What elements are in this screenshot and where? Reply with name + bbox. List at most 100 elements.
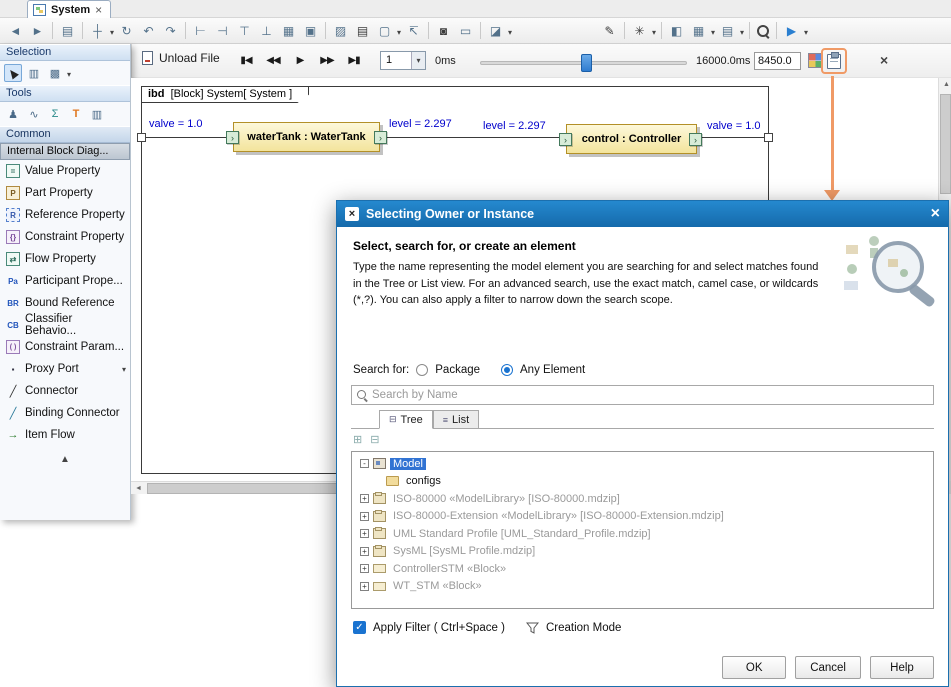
simulation-close-icon[interactable] — [880, 52, 888, 68]
fast-backward-icon[interactable] — [263, 50, 283, 70]
refresh-icon[interactable] — [117, 21, 136, 40]
expander-icon[interactable] — [360, 494, 369, 503]
skip-to-end-icon[interactable] — [344, 50, 364, 70]
dialog-close-icon[interactable] — [931, 207, 940, 221]
palette-item-part-property[interactable]: Part Property — [0, 182, 130, 204]
expand-all-icon[interactable] — [353, 433, 362, 446]
camera-icon[interactable] — [434, 21, 453, 40]
apply-filter-checkbox[interactable] — [353, 621, 366, 634]
help-button[interactable]: Help — [870, 656, 934, 679]
align-bottom-icon[interactable] — [257, 21, 276, 40]
palette-item-bound-reference[interactable]: Bound Reference — [0, 292, 130, 314]
scroll-up-icon[interactable] — [943, 81, 950, 88]
add-anchor-icon[interactable] — [404, 21, 423, 40]
expander-icon[interactable] — [360, 582, 369, 591]
paste-icon[interactable] — [353, 21, 372, 40]
expander-icon[interactable] — [360, 547, 369, 556]
palette-item-constraint-property[interactable]: Constraint Property — [0, 226, 130, 248]
redo-icon[interactable] — [161, 21, 180, 40]
palette-item-classifier-behavior[interactable]: Classifier Behavio... — [0, 314, 130, 336]
time-slider-thumb[interactable] — [581, 54, 592, 72]
palette-item-binding-connector[interactable]: Binding Connector — [0, 402, 130, 424]
play-icon[interactable] — [290, 50, 310, 70]
proxy-port-caret-icon[interactable] — [122, 363, 126, 375]
palette-item-flow-property[interactable]: Flow Property — [0, 248, 130, 270]
shape-grid-icon[interactable] — [46, 64, 64, 82]
filter-funnel-icon[interactable] — [526, 622, 539, 634]
search-input[interactable] — [372, 389, 929, 401]
spline-icon[interactable] — [25, 105, 43, 123]
align-right-icon[interactable] — [213, 21, 232, 40]
palette-item-value-property[interactable]: Value Property — [0, 160, 130, 182]
water-tank-right-port[interactable] — [374, 131, 387, 144]
tree-item-iso-80000-extension[interactable]: ISO-80000-Extension «ModelLibrary» [ISO-… — [352, 508, 933, 526]
selection-caret-icon[interactable] — [67, 64, 71, 82]
element-tree[interactable]: Model configs ISO-80000 «ModelLibrary» [… — [351, 451, 934, 609]
apply-filter-label[interactable]: Apply Filter ( Ctrl+Space ) — [373, 622, 505, 634]
search-box[interactable] — [351, 385, 934, 405]
related-elements-icon[interactable] — [58, 21, 77, 40]
window-layout-icon[interactable] — [667, 21, 686, 40]
search-icon[interactable] — [755, 23, 771, 39]
frame-boundary-port[interactable] — [764, 133, 773, 142]
radio-package[interactable] — [416, 364, 428, 376]
open-caret-icon[interactable] — [508, 22, 512, 40]
add-note-icon[interactable] — [375, 21, 394, 40]
drawer-internal-block-diagram[interactable]: Internal Block Diag... — [0, 143, 130, 160]
navigate-back-icon[interactable] — [6, 21, 25, 40]
palette-item-participant-property[interactable]: Participant Prope... — [0, 270, 130, 292]
open-in-new-icon[interactable] — [486, 21, 505, 40]
make-same-size-icon[interactable] — [301, 21, 320, 40]
stamp-icon[interactable] — [4, 105, 22, 123]
radio-any-element[interactable] — [501, 364, 513, 376]
radio-any-element-label[interactable]: Any Element — [520, 364, 585, 376]
columns-icon[interactable] — [88, 105, 106, 123]
tree-item-controllerstm[interactable]: ControllerSTM «Block» — [352, 560, 933, 578]
collapse-all-icon[interactable] — [370, 433, 379, 446]
add-image-icon[interactable] — [331, 21, 350, 40]
selection-cursor-icon[interactable] — [4, 64, 22, 82]
cancel-button[interactable]: Cancel — [795, 656, 861, 679]
palette-item-constraint-parameter[interactable]: Constraint Param... — [0, 336, 130, 358]
note-caret-icon[interactable] — [397, 22, 401, 40]
undo-icon[interactable] — [139, 21, 158, 40]
edit-document-icon[interactable] — [600, 21, 619, 40]
palette-item-reference-property[interactable]: Reference Property — [0, 204, 130, 226]
water-tank-left-port[interactable] — [226, 131, 239, 144]
export-clipboard-icon[interactable] — [827, 54, 841, 69]
table-options-icon[interactable] — [718, 21, 737, 40]
trigger-caret-icon[interactable] — [411, 52, 425, 69]
grid-options-icon[interactable] — [689, 21, 708, 40]
tab-system[interactable]: System — [27, 0, 111, 18]
navigate-forward-icon[interactable] — [28, 21, 47, 40]
dialog-titlebar[interactable]: Selecting Owner or Instance — [337, 201, 948, 227]
water-tank-part[interactable]: waterTank : WaterTank — [233, 122, 380, 152]
settings-gear-icon[interactable] — [630, 21, 649, 40]
skip-to-start-icon[interactable] — [236, 50, 256, 70]
expander-icon[interactable] — [360, 459, 369, 468]
palette-item-connector[interactable]: Connector — [0, 380, 130, 402]
radio-package-label[interactable]: Package — [435, 364, 480, 376]
expander-icon[interactable] — [360, 529, 369, 538]
connector-label-valve-right[interactable]: valve = 1.0 — [707, 120, 761, 132]
run-icon[interactable] — [782, 21, 801, 40]
swimlane-icon[interactable] — [25, 64, 43, 82]
connector-label-level-left[interactable]: level = 2.297 — [389, 118, 452, 130]
connector-label-valve-left[interactable]: valve = 1.0 — [149, 118, 203, 130]
palette-item-item-flow[interactable]: Item Flow — [0, 424, 130, 446]
tree-item-sysml[interactable]: SysML [SysML Profile.mdzip] — [352, 543, 933, 561]
creation-mode-label[interactable]: Creation Mode — [546, 622, 621, 634]
tab-tree[interactable]: Tree — [379, 410, 433, 429]
tree-item-model[interactable]: Model — [352, 455, 933, 473]
controller-part[interactable]: control : Controller — [566, 124, 697, 154]
connector-label-level-right[interactable]: level = 2.297 — [483, 120, 546, 132]
settings-caret-icon[interactable] — [652, 22, 656, 40]
align-top-icon[interactable] — [235, 21, 254, 40]
controller-right-port[interactable] — [689, 133, 702, 146]
tree-item-configs[interactable]: configs — [352, 473, 933, 491]
expander-icon[interactable] — [360, 512, 369, 521]
fast-forward-icon[interactable] — [317, 50, 337, 70]
run-caret-icon[interactable] — [804, 22, 808, 40]
tree-item-iso-80000[interactable]: ISO-80000 «ModelLibrary» [ISO-80000.mdzi… — [352, 490, 933, 508]
tree-item-wt-stm[interactable]: WT_STM «Block» — [352, 578, 933, 596]
